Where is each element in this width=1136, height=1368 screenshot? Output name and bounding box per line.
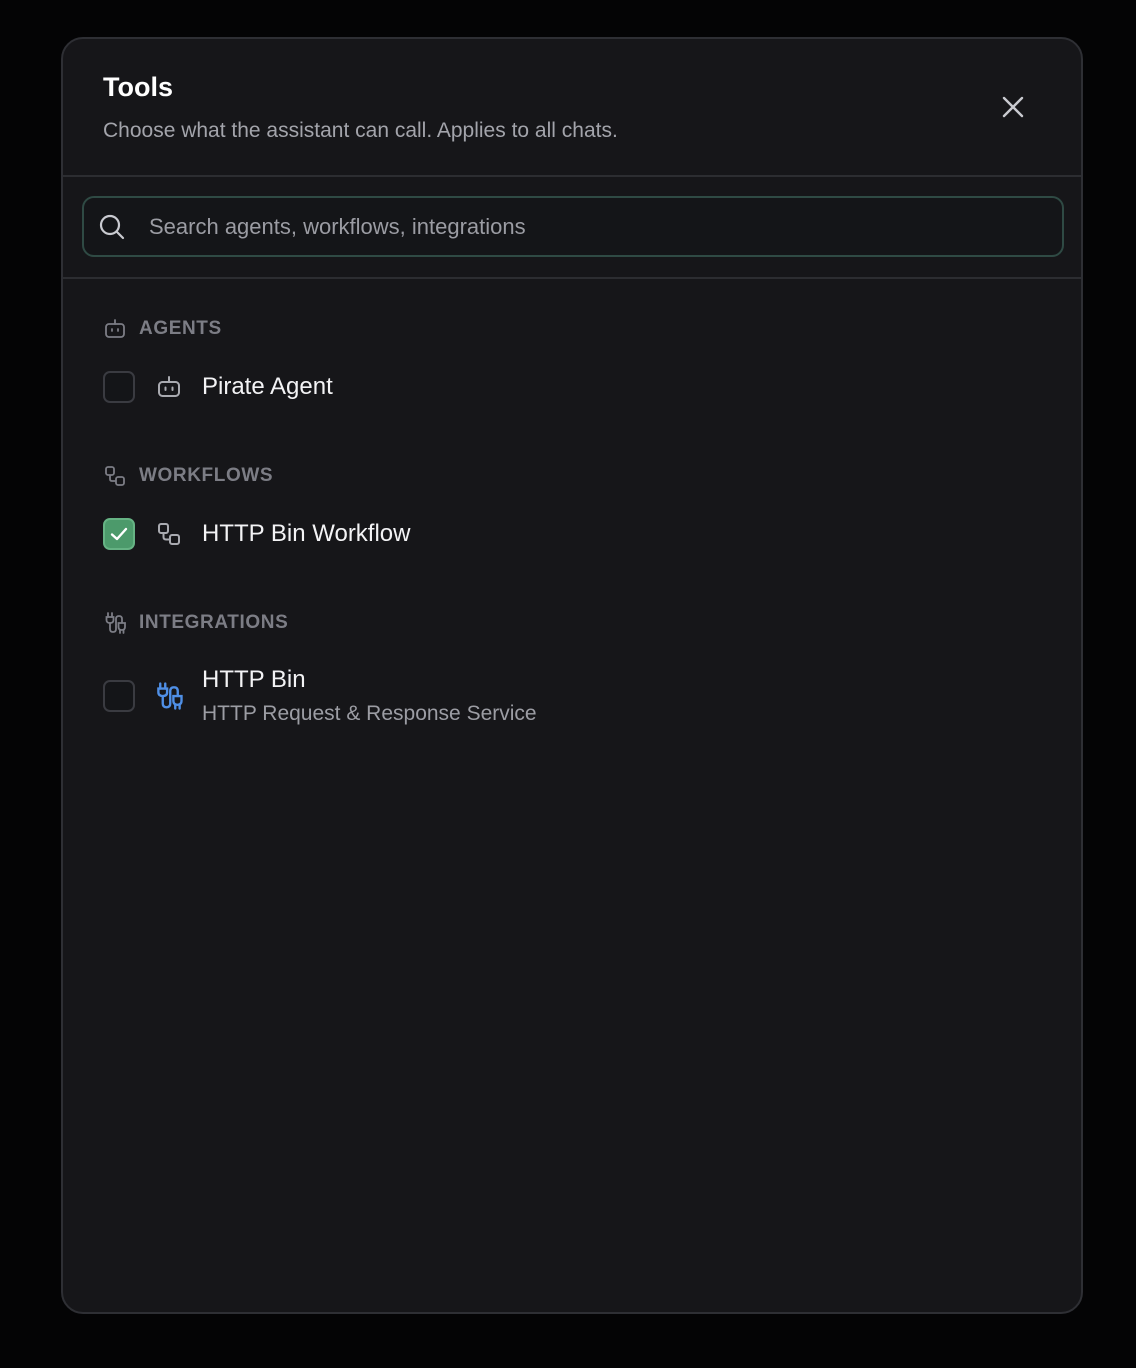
tool-item-text: HTTP Bin Workflow <box>202 520 411 548</box>
checkbox-http-bin-workflow[interactable] <box>103 518 135 550</box>
search-box[interactable] <box>82 196 1064 257</box>
tools-dialog: Tools Choose what the assistant can call… <box>61 37 1083 1314</box>
section-header-integrations: INTEGRATIONS <box>103 610 1041 636</box>
section-header-agents: AGENTS <box>103 316 1041 342</box>
close-icon <box>1002 96 1024 118</box>
tool-item-http-bin[interactable]: HTTP Bin HTTP Request & Response Service <box>103 666 1041 726</box>
section-header-workflows: WORKFLOWS <box>103 463 1041 489</box>
search-section <box>63 177 1081 279</box>
section-label-integrations: INTEGRATIONS <box>139 612 289 633</box>
tool-name: Pirate Agent <box>202 373 333 400</box>
plug-icon <box>152 679 186 713</box>
tool-item-text: HTTP Bin HTTP Request & Response Service <box>202 666 537 726</box>
plug-icon <box>103 611 127 635</box>
tool-item-http-bin-workflow[interactable]: HTTP Bin Workflow <box>103 517 1041 551</box>
tool-name: HTTP Bin <box>202 666 306 693</box>
bot-icon <box>152 370 186 404</box>
checkbox-pirate-agent[interactable] <box>103 371 135 403</box>
workflow-icon <box>152 517 186 551</box>
search-icon <box>97 212 127 242</box>
workflow-icon <box>103 464 127 488</box>
section-label-agents: AGENTS <box>139 318 222 339</box>
bot-icon <box>103 317 127 341</box>
close-button[interactable] <box>1001 95 1025 119</box>
check-icon <box>110 527 128 541</box>
dialog-title: Tools <box>103 72 173 102</box>
checkbox-http-bin[interactable] <box>103 680 135 712</box>
tool-description: HTTP Request & Response Service <box>202 702 537 725</box>
dialog-header: Tools Choose what the assistant can call… <box>63 39 1081 177</box>
tool-item-text: Pirate Agent <box>202 373 333 401</box>
section-label-workflows: WORKFLOWS <box>139 465 274 486</box>
tool-item-pirate-agent[interactable]: Pirate Agent <box>103 370 1041 404</box>
search-input[interactable] <box>149 198 1062 255</box>
tools-list: AGENTS Pirate Agent WORKFLOWS HTTP Bin W… <box>63 316 1081 726</box>
tool-name: HTTP Bin Workflow <box>202 520 411 547</box>
dialog-subtitle: Choose what the assistant can call. Appl… <box>103 119 618 142</box>
